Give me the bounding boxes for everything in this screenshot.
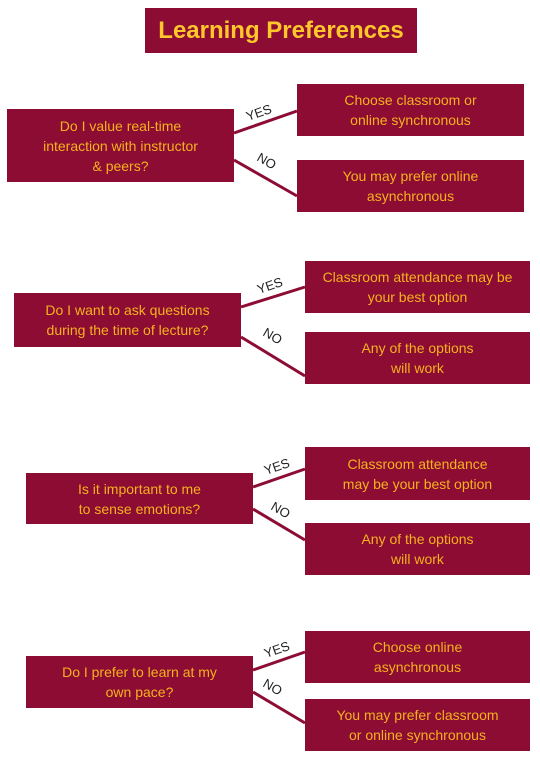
question-box-2: Do I want to ask questions during the ti… bbox=[14, 293, 241, 347]
yes-answer-box-1: Choose classroom or online synchronous bbox=[297, 84, 524, 136]
no-label-4: NO bbox=[261, 676, 285, 699]
no-label-1: NO bbox=[255, 150, 279, 173]
no-answer-box-4: You may prefer classroom or online synch… bbox=[305, 699, 530, 751]
no-answer-box-2: Any of the options will work bbox=[305, 332, 530, 384]
no-connector-4 bbox=[252, 690, 306, 725]
yes-answer-box-4: Choose online asynchronous bbox=[305, 631, 530, 683]
no-answer-box-1: You may prefer online asynchronous bbox=[297, 160, 524, 212]
question-box-4: Do I prefer to learn at my own pace? bbox=[26, 656, 253, 708]
question-box-1: Do I value real-time interaction with in… bbox=[7, 109, 234, 182]
yes-answer-box-3: Classroom attendance may be your best op… bbox=[305, 447, 530, 500]
no-answer-box-3: Any of the options will work bbox=[305, 523, 530, 575]
yes-answer-box-2: Classroom attendance may be your best op… bbox=[305, 261, 530, 313]
no-label-2: NO bbox=[261, 325, 285, 348]
no-label-3: NO bbox=[269, 499, 293, 522]
question-box-3: Is it important to me to sense emotions? bbox=[26, 473, 253, 524]
